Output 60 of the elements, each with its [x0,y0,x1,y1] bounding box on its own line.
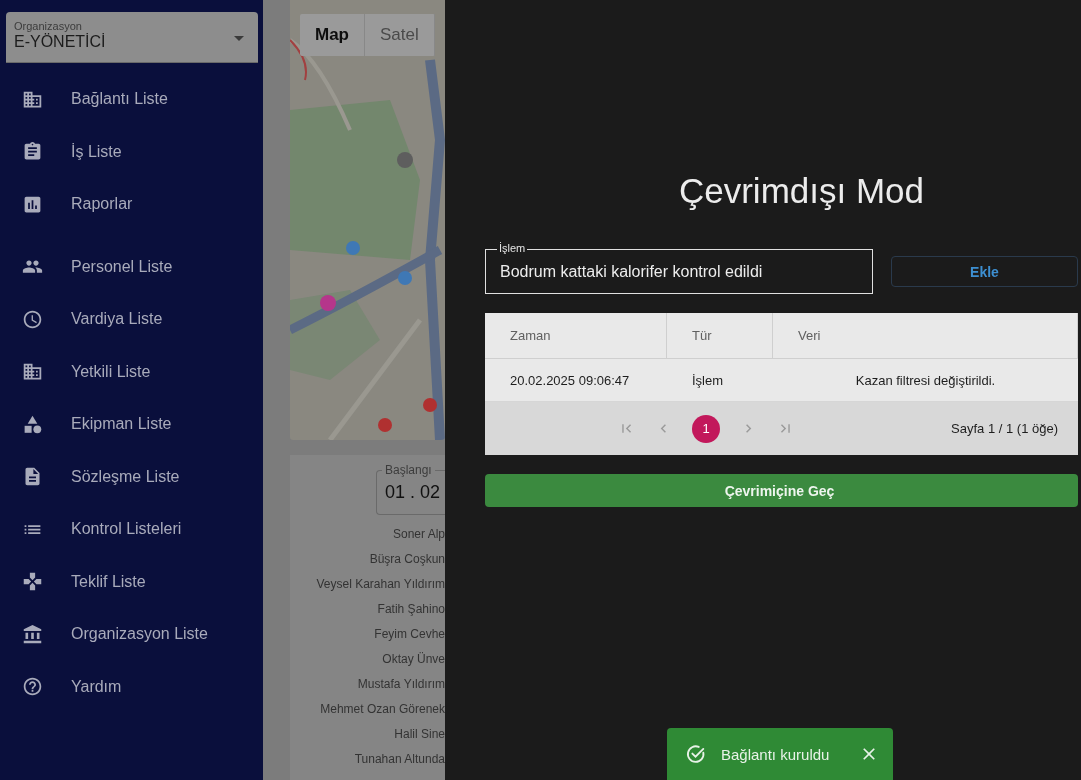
table-cell-text: 20.02.2025 09:06:47 [509,372,631,388]
clock-icon [22,308,43,330]
person-name: Mehmet Ozan Görenek [320,701,445,718]
column-header: Veri [773,313,1078,358]
sidebar-item[interactable]: İş Liste [0,125,263,178]
gamepad-icon [22,571,43,593]
field-label: İşlem [497,242,528,255]
sidebar-item[interactable]: Teklif Liste [0,555,263,608]
sidebar-item-label: Organizasyon Liste [71,625,208,644]
person-name: Büşra Coşkun [369,551,445,568]
caret-icon [234,36,244,41]
sidebar-item-label: Yetkili Liste [71,362,151,381]
page-summary: Sayfa 1 / 1 (1 öğe) [951,421,1058,436]
organization-select[interactable]: Organizasyon E-YÖNETİCİ [6,12,258,63]
sidebar-item-label: Sözleşme Liste [71,467,180,486]
sidebar-item[interactable]: Personel Liste [0,240,263,293]
table-cell-text: Kazan filtresi değiştirildi. [854,372,997,388]
sidebar-item-label: İş Liste [71,142,122,161]
sidebar-item-label: Ekipman Liste [71,415,172,434]
table-cell-text: İşlem [691,372,725,388]
document-icon [22,466,43,488]
sidebar-item[interactable]: Kontrol Listeleri [0,503,263,556]
person-name: Halil Sine [394,726,445,743]
map-tab[interactable]: Map [300,14,365,56]
dialog-title: Çevrimdışı Mod [678,170,925,212]
sidebar-item[interactable]: Organizasyon Liste [0,608,263,661]
sidebar-item-label: Personel Liste [71,257,173,276]
sidebar-item[interactable]: Sözleşme Liste [0,450,263,503]
sidebar-item-label: Bağlantı Liste [71,90,168,109]
person-name: Soner Alp [392,526,445,543]
help-icon [22,676,43,698]
column-header: Zaman [485,313,667,358]
sidebar-item[interactable]: Ekipman Liste [0,398,263,451]
person-name: Veysel Karahan Yıldırım [316,576,445,593]
sidebar-item-label: Kontrol Listeleri [71,520,182,539]
page-button[interactable]: 1 [692,414,720,443]
select-value: E-YÖNETİCİ [14,33,106,51]
sidebar-item-label: Vardiya Liste [71,310,163,329]
person-name: Mustafa Yıldırım [357,676,445,693]
person-name: Feyim Cevhe [374,626,445,643]
shapes-icon [22,413,43,435]
person-name: Tunahan Altunda [354,751,445,768]
person-name: Oktay Ünve [382,651,445,668]
sidebar-item-label: Teklif Liste [71,572,146,591]
sidebar-item[interactable]: Vardiya Liste [0,293,263,346]
sidebar-item[interactable]: Yetkili Liste [0,345,263,398]
sidebar-item[interactable]: Bağlantı Liste [0,73,263,126]
sidebar-item[interactable]: Raporlar [0,178,263,231]
sidebar-item[interactable]: Yardım [0,660,263,713]
person-name: Fatih Şahino [377,601,445,618]
bank-icon [22,623,43,645]
column-header: Tür [667,313,773,358]
check-circle-icon [685,743,707,765]
field-label: Başlangı [382,463,435,477]
toast-message: Bağlantı kuruldu [721,745,831,763]
sidebar-item-label: Raporlar [71,195,133,214]
add-button[interactable]: Ekle [891,256,1078,287]
select-label: Organizasyon [14,20,82,32]
sidebar-item-label: Yardım [71,677,122,696]
go-online-button[interactable]: Çevrimiçine Geç [485,474,1078,507]
